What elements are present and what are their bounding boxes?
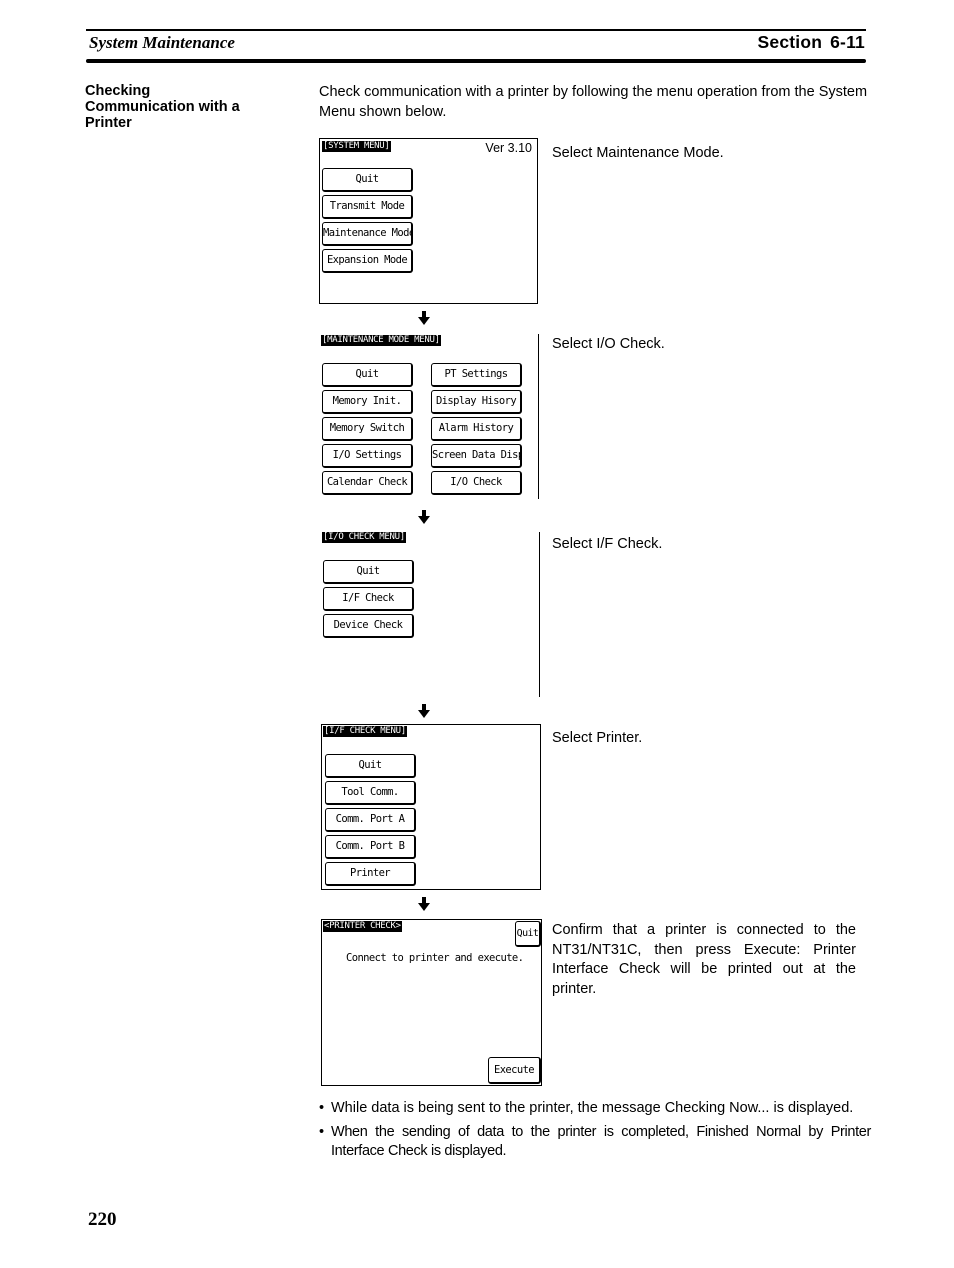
device-check-button[interactable]: Device Check: [323, 614, 414, 638]
header-rule-bottom: [86, 59, 866, 63]
screen-edge-line: [538, 334, 539, 499]
side-heading-line: Communication with a: [85, 99, 240, 115]
note-item: • While data is being sent to the printe…: [319, 1099, 871, 1119]
printer-check-screen: <PRINTER CHECK> Quit Connect to printer …: [321, 919, 542, 1086]
section-label: Section: [757, 32, 823, 52]
screen-data-disp-button[interactable]: Screen Data Disp.: [431, 444, 522, 468]
quit-button[interactable]: Quit: [325, 754, 416, 778]
system-menu-screen: [SYSTEM MENU] Ver 3.10 Quit Transmit Mod…: [319, 138, 538, 304]
screen-title: <PRINTER CHECK>: [323, 921, 402, 932]
step-description: Confirm that a printer is connected to t…: [552, 922, 856, 997]
note-item: • When the sending of data to the printe…: [319, 1123, 871, 1162]
memory-switch-button[interactable]: Memory Switch: [322, 417, 413, 441]
quit-button[interactable]: Quit: [323, 560, 414, 584]
memory-init-button[interactable]: Memory Init.: [322, 390, 413, 414]
down-arrow-icon: [417, 311, 431, 325]
side-heading-line: Checking: [85, 83, 151, 99]
printer-button[interactable]: Printer: [325, 862, 416, 886]
section-heading: Section 6-11: [758, 32, 865, 53]
io-check-menu-screen: [I/O CHECK MENU] Quit I/F Check Device C…: [319, 532, 539, 697]
note-text: While data is being sent to the printer,…: [331, 1100, 854, 1116]
if-check-button[interactable]: I/F Check: [323, 587, 414, 611]
bullet-icon: •: [319, 1100, 325, 1116]
down-arrow-icon: [417, 704, 431, 718]
io-settings-button[interactable]: I/O Settings: [322, 444, 413, 468]
display-history-button[interactable]: Display Hisory: [431, 390, 522, 414]
pt-settings-button[interactable]: PT Settings: [431, 363, 522, 387]
side-heading-line: Printer: [85, 115, 132, 131]
expansion-mode-button[interactable]: Expansion Mode: [322, 249, 413, 273]
screen-title: [I/O CHECK MENU]: [322, 532, 406, 543]
tool-comm-button[interactable]: Tool Comm.: [325, 781, 416, 805]
maintenance-mode-button[interactable]: Maintenance Mode: [322, 222, 413, 246]
quit-button[interactable]: Quit: [515, 921, 541, 947]
execute-button[interactable]: Execute: [488, 1057, 541, 1084]
alarm-history-button[interactable]: Alarm History: [431, 417, 522, 441]
page-number: 220: [88, 1209, 117, 1230]
comm-port-a-button[interactable]: Comm. Port A: [325, 808, 416, 832]
quit-button[interactable]: Quit: [322, 363, 413, 387]
step-description: Select Printer.: [552, 730, 643, 746]
screen-title: [I/F CHECK MENU]: [323, 726, 407, 737]
comm-port-b-button[interactable]: Comm. Port B: [325, 835, 416, 859]
header-rule-top: [86, 29, 866, 31]
printer-check-message: Connect to printer and execute.: [346, 952, 524, 964]
io-check-button[interactable]: I/O Check: [431, 471, 522, 495]
notes-list: • While data is being sent to the printe…: [319, 1099, 871, 1166]
screen-title: [MAINTENANCE MODE MENU]: [321, 335, 441, 346]
chapter-title: System Maintenance: [89, 33, 235, 52]
note-text: When the sending of data to the printer …: [331, 1123, 871, 1160]
calendar-check-button[interactable]: Calendar Check: [322, 471, 413, 495]
bullet-icon: •: [319, 1123, 324, 1140]
step-description: Select I/O Check.: [552, 336, 665, 352]
screen-edge-line: [539, 532, 540, 697]
quit-button[interactable]: Quit: [322, 168, 413, 192]
transmit-mode-button[interactable]: Transmit Mode: [322, 195, 413, 219]
step-description: Select I/F Check.: [552, 536, 663, 552]
side-heading: Checking Communication with a Printer: [85, 83, 285, 131]
down-arrow-icon: [417, 897, 431, 911]
screen-title: [SYSTEM MENU]: [322, 141, 391, 152]
maintenance-menu-screen: [MAINTENANCE MODE MENU] Quit Memory Init…: [319, 334, 539, 499]
version-label: Ver 3.10: [485, 141, 532, 155]
down-arrow-icon: [417, 510, 431, 524]
section-number: 6-11: [830, 32, 865, 52]
if-check-menu-screen: [I/F CHECK MENU] Quit Tool Comm. Comm. P…: [321, 724, 541, 890]
intro-paragraph: Check communication with a printer by fo…: [319, 84, 868, 120]
step-description: Select Maintenance Mode.: [552, 145, 724, 161]
